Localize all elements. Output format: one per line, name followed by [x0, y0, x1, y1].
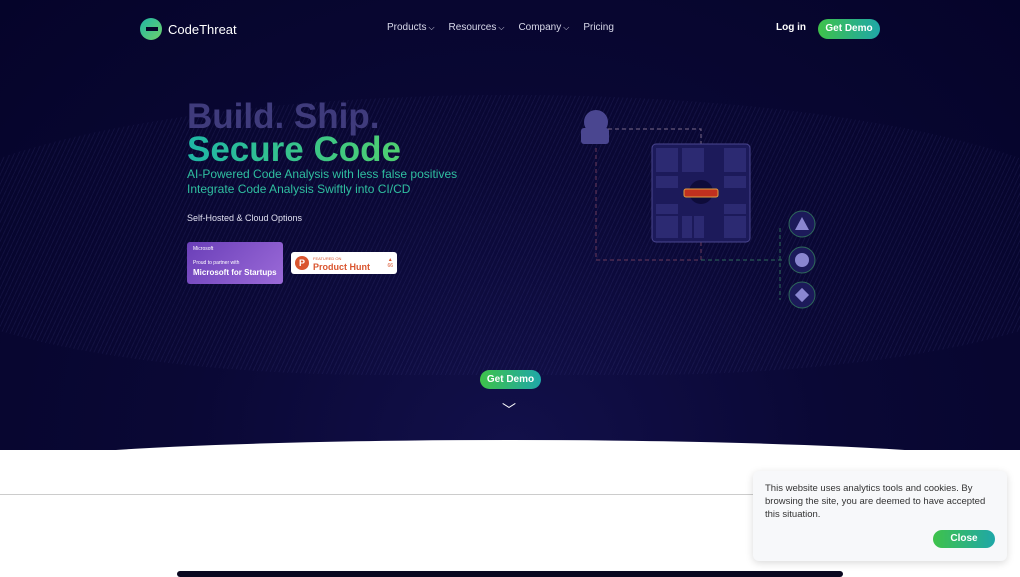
subtitle-line1: AI-Powered Code Analysis with less false… — [187, 167, 458, 181]
nav-pricing[interactable]: Pricing — [583, 22, 614, 33]
product-hunt-icon: P — [295, 256, 309, 270]
hero-get-demo-button[interactable]: Get Demo — [480, 370, 541, 389]
navbar: CodeThreat Products ⌵ Resources ⌵ Company ⌵… — [0, 0, 1020, 58]
code-grid-icon — [651, 143, 751, 243]
ph-votes: 66 — [387, 263, 393, 269]
hero-title-line1: Build. Ship. — [187, 97, 380, 136]
scroll-down-chevron-icon[interactable]: ﹀ — [502, 400, 516, 420]
hero-title-line2: Secure Code — [187, 130, 401, 169]
ms-small: Proud to partner with — [193, 260, 240, 266]
logo-icon — [140, 18, 162, 40]
developer-icon — [581, 110, 609, 144]
hero-title: Build. Ship. Secure Code — [187, 97, 401, 169]
nav-label: Products — [387, 22, 427, 33]
get-demo-button[interactable]: Get Demo — [818, 19, 880, 39]
nav-products[interactable]: Products ⌵ — [387, 22, 435, 33]
brand-name: CodeThreat — [168, 21, 237, 37]
nav-label: Resources — [448, 22, 497, 33]
subtitle-line2: Integrate Code Analysis Swiftly into CI/… — [187, 182, 411, 196]
login-link[interactable]: Log in — [776, 22, 806, 33]
chevron-down-icon: ⌵ — [498, 23, 505, 32]
nav-menu: Products ⌵ Resources ⌵ Company ⌵ Pricing — [387, 22, 614, 33]
section-divider — [0, 494, 760, 495]
hero-subtitle: AI-Powered Code Analysis with less false… — [187, 167, 457, 197]
ms-big: Microsoft for Startups — [193, 268, 277, 277]
pipeline-illustration — [581, 110, 816, 309]
chevron-down-icon: ⌵ — [428, 23, 435, 32]
microsoft-startups-badge[interactable]: Microsoft Proud to partner with Microsof… — [187, 242, 283, 284]
cookie-banner: This website uses analytics tools and co… — [753, 471, 1007, 561]
options-text: Self-Hosted & Cloud Options — [187, 213, 303, 223]
product-hunt-badge[interactable]: P FEATURED ON Product Hunt ▲ 66 — [291, 252, 397, 274]
ms-brand: Microsoft — [193, 246, 214, 252]
chevron-down-icon: ⌵ — [563, 23, 570, 32]
nav-resources[interactable]: Resources ⌵ — [449, 22, 505, 33]
hero-section: CodeThreat Products ⌵ Resources ⌵ Company ⌵… — [0, 0, 1020, 450]
nav-label: Company — [518, 22, 562, 33]
cookie-close-button[interactable]: Close — [933, 530, 995, 548]
nav-company[interactable]: Company ⌵ — [518, 22, 569, 33]
logo[interactable]: CodeThreat — [140, 18, 237, 40]
next-section-panel — [177, 571, 843, 577]
ph-big: Product Hunt — [313, 262, 370, 272]
cookie-text: This website uses analytics tools and co… — [765, 483, 986, 520]
